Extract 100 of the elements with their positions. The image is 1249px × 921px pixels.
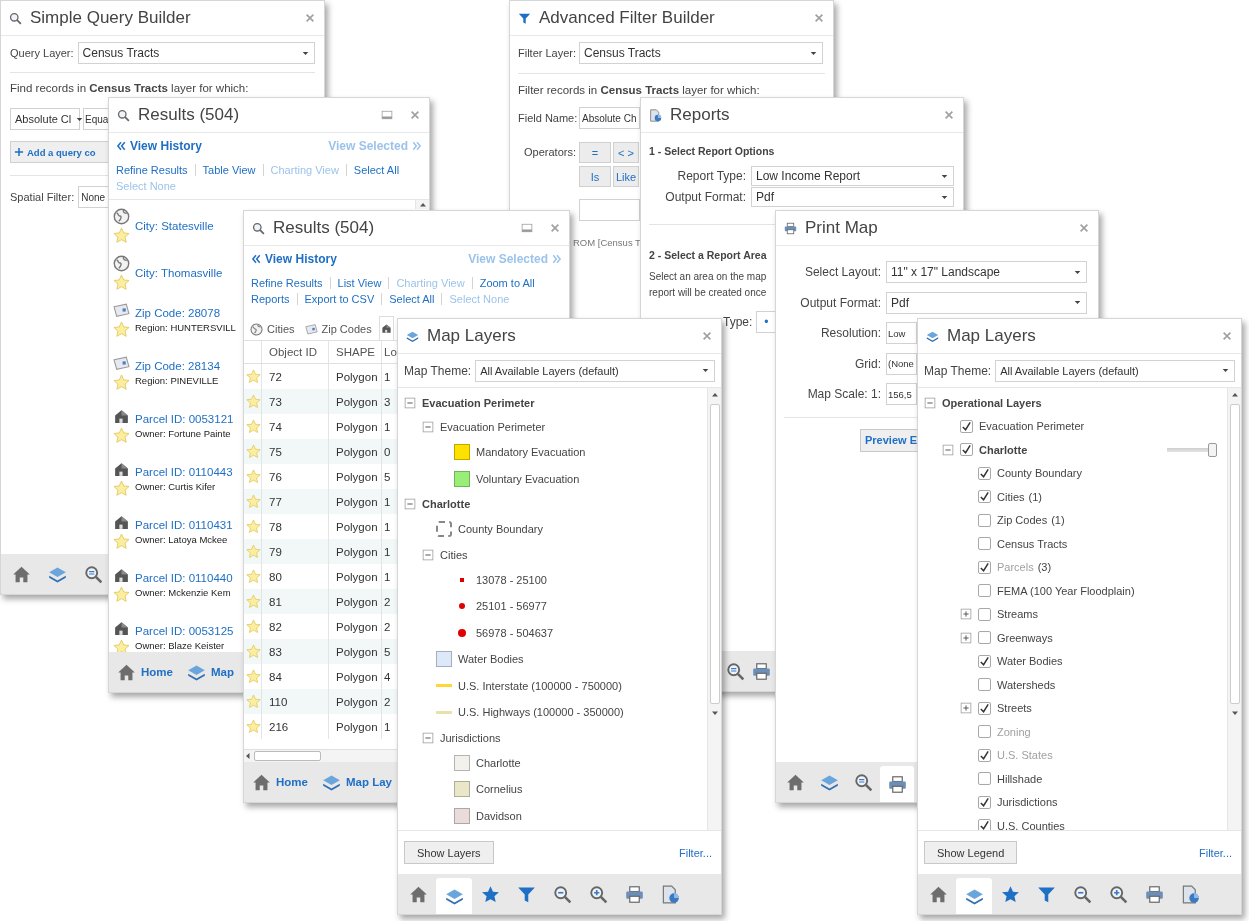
expand-icon[interactable]	[960, 702, 972, 715]
slider-thumb[interactable]	[1208, 442, 1217, 457]
print-button[interactable]	[880, 766, 914, 802]
dropdown[interactable]: All Available Layers (default)	[475, 359, 715, 382]
operator-button[interactable]: Is	[579, 166, 611, 187]
collapse-icon[interactable]	[404, 498, 416, 510]
input-field[interactable]: Low	[886, 322, 917, 344]
operator-button[interactable]: =	[579, 142, 611, 163]
checkbox[interactable]	[960, 443, 973, 457]
tab[interactable]	[378, 316, 394, 340]
close-icon[interactable]	[409, 109, 421, 121]
operator-button[interactable]: < >	[613, 142, 639, 163]
result-link[interactable]: Parcel ID: 0053125	[135, 625, 234, 637]
result-link[interactable]: Parcel ID: 0110431	[135, 519, 233, 531]
minimize-icon[interactable]	[521, 222, 533, 234]
dropdown[interactable]: Absolute Cl	[10, 108, 80, 130]
close-icon[interactable]	[304, 12, 316, 24]
dropdown[interactable]: Census Tracts	[77, 42, 315, 64]
collapse-icon[interactable]	[422, 548, 434, 561]
scrollbar[interactable]	[244, 749, 397, 762]
collapse-icon[interactable]	[404, 397, 416, 409]
dropdown[interactable]: Equa	[83, 108, 109, 130]
preview-button[interactable]: Preview E	[860, 428, 917, 452]
show-layers-button[interactable]: Show Layers	[404, 841, 494, 864]
operator-button[interactable]: Like	[613, 166, 639, 187]
result-link[interactable]: City: Statesville	[135, 220, 214, 232]
result-link[interactable]: City: Thomasville	[135, 267, 223, 279]
dropdown[interactable]: Low Income Report	[751, 166, 954, 186]
result-link[interactable]: Zip Code: 28134	[135, 360, 221, 372]
collapse-icon[interactable]	[422, 731, 434, 744]
dropdown[interactable]: All Available Layers (default)	[995, 359, 1235, 382]
close-icon[interactable]	[813, 12, 825, 24]
minimize-icon[interactable]	[381, 109, 393, 121]
checkbox[interactable]	[978, 631, 991, 645]
action-link[interactable]: Export to CSV	[296, 293, 375, 305]
action-link[interactable]: Select All	[345, 164, 400, 176]
layers-button[interactable]	[436, 878, 472, 914]
expand-icon[interactable]	[960, 631, 972, 644]
star-icon	[113, 227, 130, 244]
column-header[interactable]: Object ID	[262, 341, 329, 363]
filter-link[interactable]: Filter...	[679, 846, 712, 859]
tab[interactable]: Cities	[247, 318, 298, 340]
input-field[interactable]: (None	[886, 352, 917, 375]
layers-button[interactable]: Map Lay	[315, 765, 400, 799]
checkbox[interactable]	[978, 701, 991, 715]
scrollbar[interactable]	[707, 388, 721, 830]
view-history-link[interactable]: View History	[251, 252, 337, 266]
checkbox[interactable]	[978, 678, 991, 692]
checkbox[interactable]	[978, 654, 991, 668]
result-link[interactable]: Parcel ID: 0110443	[135, 466, 233, 478]
home-button[interactable]: Home	[246, 765, 316, 799]
checkbox[interactable]	[978, 772, 991, 786]
column-header[interactable]: Lo	[382, 341, 397, 363]
close-icon[interactable]	[943, 109, 955, 121]
input-field[interactable]: 156,5	[886, 383, 917, 405]
collapse-icon[interactable]	[924, 396, 936, 409]
column-header[interactable]: SHAPE	[329, 341, 382, 363]
checkbox[interactable]	[978, 795, 991, 809]
add-query-button[interactable]: Add a query co	[10, 141, 109, 163]
view-history-link[interactable]: View History	[116, 139, 202, 153]
filter-link[interactable]: Filter...	[1199, 846, 1232, 859]
checkbox[interactable]	[960, 419, 973, 433]
checkbox[interactable]	[978, 584, 991, 598]
checkbox[interactable]	[978, 490, 991, 504]
dropdown[interactable]: Census Tracts	[579, 42, 823, 64]
checkbox[interactable]	[978, 819, 991, 830]
layers-button[interactable]	[956, 878, 992, 914]
result-link[interactable]: Parcel ID: 0110440	[135, 572, 233, 584]
result-link[interactable]: Zip Code: 28078	[135, 307, 221, 319]
checkbox[interactable]	[978, 466, 991, 480]
scrollbar[interactable]	[1227, 388, 1241, 830]
dropdown[interactable]: Pdf	[886, 291, 1087, 314]
tab[interactable]: Zip Codes	[301, 318, 375, 340]
close-icon[interactable]	[701, 330, 713, 342]
dropdown[interactable]: Absolute Ch	[579, 107, 640, 129]
star-icon	[246, 619, 261, 634]
action-link[interactable]: Zoom to All	[471, 277, 535, 289]
checkbox[interactable]	[978, 537, 991, 551]
home-button[interactable]: Home	[111, 655, 181, 689]
collapse-icon[interactable]	[942, 443, 954, 456]
action-link[interactable]: Refine Results	[116, 164, 188, 176]
show-legend-button[interactable]: Show Legend	[924, 841, 1018, 864]
close-icon[interactable]	[1078, 222, 1090, 234]
expand-icon[interactable]	[960, 608, 972, 621]
scrollbar[interactable]	[415, 200, 429, 209]
action-link[interactable]: List View	[329, 277, 382, 289]
close-icon[interactable]	[549, 222, 561, 234]
checkbox[interactable]	[978, 513, 991, 527]
value-field[interactable]	[579, 199, 640, 221]
result-link[interactable]: Parcel ID: 0053121	[135, 413, 234, 425]
action-link[interactable]: Refine Results	[251, 277, 323, 289]
action-link[interactable]: Select All	[381, 293, 435, 305]
action-link[interactable]: Reports	[251, 293, 290, 305]
checkbox[interactable]	[978, 607, 991, 621]
dropdown[interactable]: 11" x 17" Landscape	[886, 261, 1087, 283]
layers-button[interactable]: Map	[180, 655, 242, 689]
close-icon[interactable]	[1221, 330, 1233, 342]
collapse-icon[interactable]	[422, 421, 434, 433]
action-link[interactable]: Table View	[194, 164, 256, 176]
dropdown[interactable]: Pdf	[751, 187, 954, 207]
